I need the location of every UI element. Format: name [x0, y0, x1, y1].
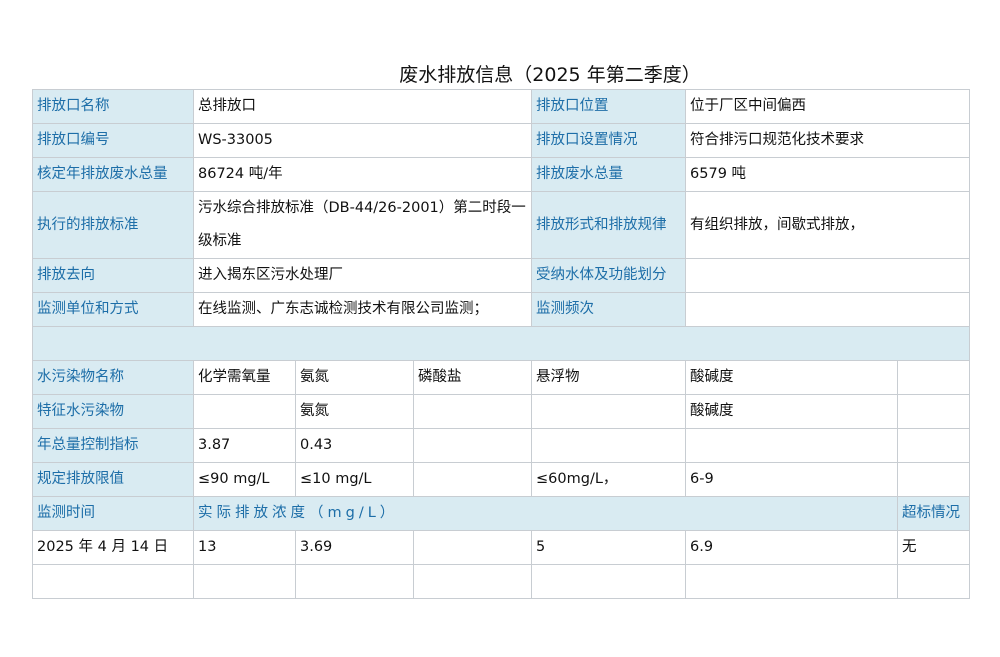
feature-pollutant: [193, 394, 296, 429]
feature-pollutant-label: 特征水污染物: [32, 394, 194, 429]
table-row: 排放口名称 总排放口 排放口位置 位于厂区中间偏西: [32, 89, 971, 124]
concentration-value: [412, 564, 533, 599]
outlet-code-label: 排放口编号: [32, 123, 194, 158]
annual-total-value: 86724 吨/年: [192, 157, 533, 192]
feature-pollutant: [531, 394, 687, 429]
table-row: 特征水污染物 氨氮 酸碱度: [32, 394, 971, 429]
pollutant-name: 悬浮物: [531, 360, 687, 395]
outlet-name-value: 总排放口: [192, 89, 533, 124]
concentration-value: 5: [531, 530, 687, 565]
concentration-label: 实际排放浓度（mg/L）: [192, 496, 899, 531]
destination-label: 排放去向: [32, 258, 194, 293]
control-index: [531, 428, 687, 463]
concentration-value: 6.9: [685, 530, 899, 565]
control-index: [685, 428, 899, 463]
table-row: 监测单位和方式 在线监测、广东志诚检测技术有限公司监测； 监测频次: [32, 292, 971, 327]
outlet-location-value: 位于厂区中间偏西: [685, 89, 971, 124]
receiving-label: 受纳水体及功能划分: [531, 258, 687, 293]
concentration-value: [193, 564, 296, 599]
control-index: [897, 428, 971, 463]
pollutant-name: 磷酸盐: [412, 360, 533, 395]
pollutant-name-label: 水污染物名称: [32, 360, 194, 395]
outlet-setup-label: 排放口设置情况: [531, 123, 687, 158]
concentration-value: [531, 564, 687, 599]
limit-value: ≤90 mg/L: [193, 462, 296, 497]
concentration-value: 3.69: [295, 530, 414, 565]
exceed-value: [897, 564, 971, 599]
control-index: 0.43: [295, 428, 414, 463]
standard-label: 执行的排放标准: [32, 191, 194, 259]
table-row: 2025 年 4 月 14 日 13 3.69 5 6.9 无: [32, 530, 971, 565]
limit-value: [412, 462, 533, 497]
annual-total-label: 核定年排放废水总量: [32, 157, 194, 192]
monitor-time: 2025 年 4 月 14 日: [32, 530, 194, 565]
table-row: 排放口编号 WS-33005 排放口设置情况 符合排污口规范化技术要求: [32, 123, 971, 158]
exceed-label: 超标情况: [897, 496, 971, 531]
pollutant-name: [897, 360, 971, 395]
feature-pollutant: 氨氮: [295, 394, 414, 429]
table-row: 规定排放限值 ≤90 mg/L ≤10 mg/L ≤60mg/L， 6-9: [32, 462, 971, 497]
table-row: 年总量控制指标 3.87 0.43: [32, 428, 971, 463]
wastewater-table: 排放口名称 总排放口 排放口位置 位于厂区中间偏西 排放口编号 WS-33005…: [31, 89, 971, 599]
table-row: 核定年排放废水总量 86724 吨/年 排放废水总量 6579 吨: [32, 157, 971, 192]
pollutant-name: 化学需氧量: [193, 360, 296, 395]
table-row: 执行的排放标准 污水综合排放标准（DB-44/26-2001）第二时段一级标准 …: [32, 191, 971, 259]
limit-label: 规定排放限值: [32, 462, 194, 497]
table-row: [32, 564, 971, 599]
monitor-freq-label: 监测频次: [531, 292, 687, 327]
feature-pollutant: [897, 394, 971, 429]
table-row: 监测时间 实际排放浓度（mg/L） 超标情况: [32, 496, 971, 531]
outlet-code-value: WS-33005: [192, 123, 533, 158]
control-index: 3.87: [193, 428, 296, 463]
control-index-label: 年总量控制指标: [32, 428, 194, 463]
receiving-value: [685, 258, 971, 293]
control-index: [412, 428, 533, 463]
monitor-freq-value: [685, 292, 971, 327]
concentration-value: 13: [193, 530, 296, 565]
standard-cell: 污水综合排放标准（DB-44/26-2001）第二时段一级标准: [192, 191, 533, 259]
table-row: [31, 326, 971, 361]
limit-value: [897, 462, 971, 497]
monitor-unit-label: 监测单位和方式: [32, 292, 194, 327]
feature-pollutant: [412, 394, 533, 429]
standard-value: 污水综合排放标准（DB-44/26-2001）第二时段一级标准: [198, 200, 526, 249]
concentration-value: [295, 564, 414, 599]
concentration-value: [685, 564, 899, 599]
discharge-total-label: 排放废水总量: [531, 157, 687, 192]
table-row: 排放去向 进入揭东区污水处理厂 受纳水体及功能划分: [32, 258, 971, 293]
monitor-unit-value: 在线监测、广东志诚检测技术有限公司监测；: [192, 292, 533, 327]
outlet-setup-value: 符合排污口规范化技术要求: [685, 123, 971, 158]
limit-value: 6-9: [685, 462, 899, 497]
outlet-location-label: 排放口位置: [531, 89, 687, 124]
separator-band: [31, 326, 971, 361]
table-row: 水污染物名称 化学需氧量 氨氮 磷酸盐 悬浮物 酸碱度: [32, 360, 971, 395]
pollutant-name: 氨氮: [295, 360, 414, 395]
limit-value: ≤10 mg/L: [295, 462, 414, 497]
pollutant-name: 酸碱度: [685, 360, 899, 395]
feature-pollutant: 酸碱度: [685, 394, 899, 429]
outlet-name-label: 排放口名称: [32, 89, 194, 124]
discharge-form-label: 排放形式和排放规律: [531, 191, 687, 259]
discharge-form-value: 有组织排放，间歇式排放，: [685, 191, 971, 259]
monitor-time: [32, 564, 194, 599]
concentration-value: [412, 530, 533, 565]
page-title: 废水排放信息（2025 年第二季度）: [399, 64, 701, 86]
discharge-total-value: 6579 吨: [685, 157, 971, 192]
limit-value: ≤60mg/L，: [531, 462, 687, 497]
destination-value: 进入揭东区污水处理厂: [192, 258, 533, 293]
exceed-value: 无: [897, 530, 971, 565]
monitor-time-label: 监测时间: [32, 496, 194, 531]
